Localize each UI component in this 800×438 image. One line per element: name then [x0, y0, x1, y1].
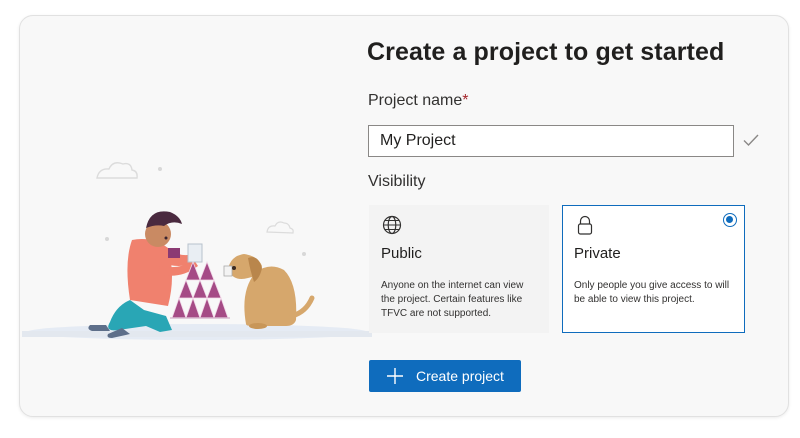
private-radio-selected[interactable]: [723, 213, 737, 227]
create-project-button[interactable]: Create project: [369, 360, 521, 392]
public-description: Anyone on the internet can view the proj…: [381, 280, 524, 319]
plus-icon: [387, 368, 403, 384]
required-marker: *: [462, 92, 469, 109]
project-name-input[interactable]: [368, 125, 734, 157]
visibility-option-public[interactable]: Public Anyone on the internet can view t…: [369, 205, 549, 333]
visibility-option-private[interactable]: Private Only people you give access to w…: [562, 205, 745, 333]
lock-icon: [577, 215, 593, 235]
page-title: Create a project to get started: [367, 38, 725, 66]
private-title: Private: [574, 245, 621, 262]
visibility-label: Visibility: [368, 173, 426, 190]
person-building-card-house-with-dog-illustration: [22, 162, 372, 340]
globe-icon: [382, 215, 402, 235]
public-title: Public: [381, 245, 422, 262]
project-name-label: Project name*: [368, 92, 469, 110]
checkmark-icon: [743, 134, 759, 147]
project-name-label-text: Project name: [368, 92, 463, 109]
create-project-label: Create project: [416, 368, 504, 384]
private-description: Only people you give access to will be a…: [574, 280, 730, 305]
